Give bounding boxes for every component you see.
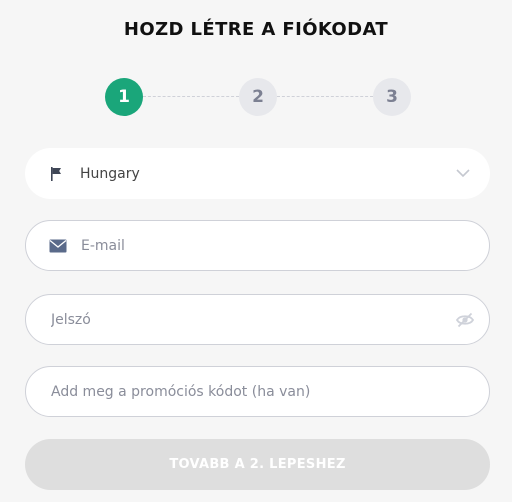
- step-3: 3: [373, 78, 411, 116]
- stepper: 1 2 3: [105, 78, 411, 116]
- step-2: 2: [239, 78, 277, 116]
- email-field[interactable]: [25, 220, 490, 271]
- step-connector: [277, 96, 373, 97]
- flag-icon: [47, 164, 67, 184]
- chevron-down-icon[interactable]: [454, 164, 474, 184]
- promo-code-input[interactable]: [51, 383, 411, 400]
- country-value: Hungary: [80, 165, 140, 182]
- password-field[interactable]: [25, 294, 490, 345]
- next-step-button[interactable]: TOVABB A 2. LEPESHEZ: [25, 439, 490, 490]
- eye-slash-icon[interactable]: [455, 310, 475, 330]
- step-connector: [143, 96, 239, 97]
- promo-code-field[interactable]: [25, 366, 490, 417]
- password-input[interactable]: [51, 311, 411, 328]
- step-1: 1: [105, 78, 143, 116]
- page-title: HOZD LÉTRE A FIÓKODAT: [123, 19, 389, 40]
- country-select[interactable]: Hungary: [25, 148, 490, 199]
- envelope-icon: [48, 236, 68, 256]
- email-input[interactable]: [81, 237, 441, 254]
- signup-page: HOZD LÉTRE A FIÓKODAT 1 2 3 Hungary E-ma…: [0, 0, 512, 502]
